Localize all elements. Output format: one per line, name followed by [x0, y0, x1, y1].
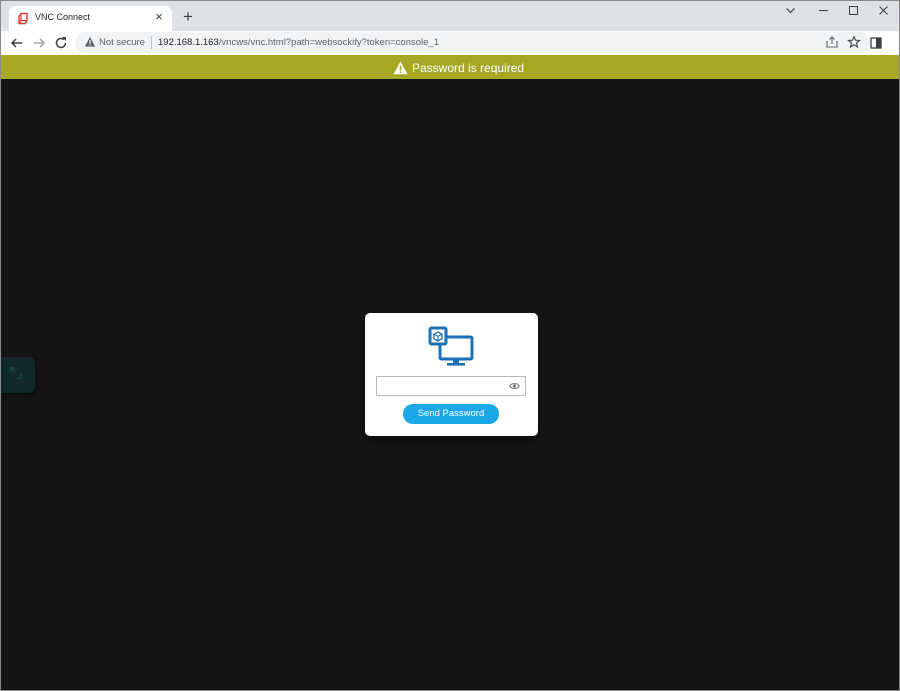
browser-toolbar: Not secure 192.168.1.163/vncws/vnc.html?… — [1, 31, 899, 55]
maximize-button[interactable] — [837, 1, 870, 23]
browser-window: VNC Connect × + Not secure 192.168.1.163… — [0, 0, 900, 691]
share-icon[interactable] — [825, 35, 839, 49]
reload-icon[interactable] — [52, 34, 70, 52]
password-input[interactable] — [377, 377, 507, 395]
vnc-logo-icon — [18, 12, 28, 25]
tab-strip: VNC Connect × + — [1, 1, 899, 31]
url-path: /vncws/vnc.html?path=websockify?token=co… — [218, 37, 439, 48]
address-separator — [151, 36, 152, 49]
minimize-button[interactable] — [807, 1, 840, 23]
security-label[interactable]: Not secure — [99, 37, 145, 48]
show-password-eye-icon[interactable] — [509, 381, 520, 391]
banner-message: Password is required — [412, 60, 525, 75]
vnc-monitor-logo-icon — [428, 326, 474, 366]
tab-title: VNC Connect — [35, 12, 91, 22]
vnc-viewport: Send Password — [1, 79, 899, 690]
expand-icon — [10, 367, 22, 379]
window-close-button[interactable] — [867, 1, 900, 23]
tab-vnc-connect[interactable]: VNC Connect × — [9, 6, 172, 31]
bookmark-star-icon[interactable] — [847, 35, 861, 49]
tab-search-chevron-icon[interactable] — [774, 1, 807, 23]
new-tab-button[interactable]: + — [179, 8, 197, 26]
forward-arrow-icon[interactable] — [30, 34, 48, 52]
side-panel-icon[interactable] — [869, 36, 883, 50]
send-password-button[interactable]: Send Password — [403, 404, 499, 424]
tab-close-button[interactable]: × — [151, 9, 167, 25]
password-field — [376, 376, 526, 396]
url-text[interactable]: 192.168.1.163/vncws/vnc.html?path=websoc… — [158, 37, 439, 48]
control-bar-handle[interactable] — [1, 357, 35, 393]
banner-content: Password is required — [393, 59, 524, 75]
url-host: 192.168.1.163 — [158, 37, 219, 48]
not-secure-warning-icon[interactable] — [84, 36, 96, 48]
address-bar[interactable]: Not secure 192.168.1.163/vncws/vnc.html?… — [75, 32, 871, 53]
password-required-banner: Password is required — [1, 55, 899, 79]
warning-icon — [393, 61, 408, 75]
password-dialog: Send Password — [365, 313, 538, 436]
back-arrow-icon[interactable] — [8, 34, 26, 52]
